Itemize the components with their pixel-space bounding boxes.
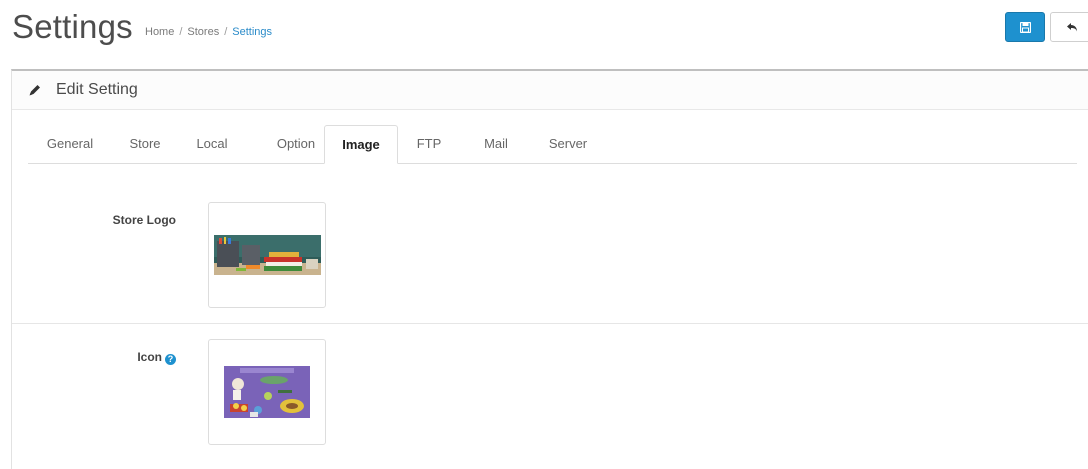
question-circle-icon[interactable]: ? (165, 354, 176, 365)
reply-icon (1067, 22, 1077, 31)
store-logo-image (214, 235, 321, 275)
tab-mail[interactable]: Mail (464, 125, 528, 163)
save-button[interactable] (1005, 12, 1045, 42)
tab-image[interactable]: Image (324, 125, 398, 164)
tab-local[interactable]: Local (180, 125, 244, 163)
store-logo-label: Store Logo (112, 213, 176, 227)
back-button[interactable] (1050, 12, 1088, 42)
tab-general[interactable]: General (28, 125, 112, 163)
tab-server[interactable]: Server (532, 125, 604, 163)
breadcrumb: Home / Stores / Settings (145, 26, 272, 38)
icon-thumbnail[interactable] (208, 339, 326, 445)
icon-label-text: Icon (137, 350, 162, 364)
icon-image (224, 366, 310, 418)
page-title: Settings (12, 8, 133, 45)
panel-heading: Edit Setting (12, 71, 1088, 110)
form-row-divider (12, 323, 1088, 324)
icon-label: Icon? (72, 350, 176, 365)
tab-ftp[interactable]: FTP (400, 125, 458, 163)
breadcrumb-separator: / (179, 26, 183, 38)
panel-title: Edit Setting (56, 81, 138, 98)
breadcrumb-separator: / (224, 26, 228, 38)
breadcrumb-stores[interactable]: Stores (187, 26, 219, 38)
pencil-icon (29, 85, 40, 96)
store-logo-thumbnail[interactable] (208, 202, 326, 308)
breadcrumb-settings[interactable]: Settings (232, 26, 272, 38)
edit-setting-panel: Edit Setting General Store Local Option … (11, 69, 1088, 469)
tab-store[interactable]: Store (114, 125, 176, 163)
settings-tabs: General Store Local Option Image FTP Mai… (28, 125, 1077, 164)
page-header: Settings Home / Stores / Settings (0, 0, 1088, 70)
save-icon (1019, 21, 1031, 33)
breadcrumb-home[interactable]: Home (145, 26, 174, 38)
